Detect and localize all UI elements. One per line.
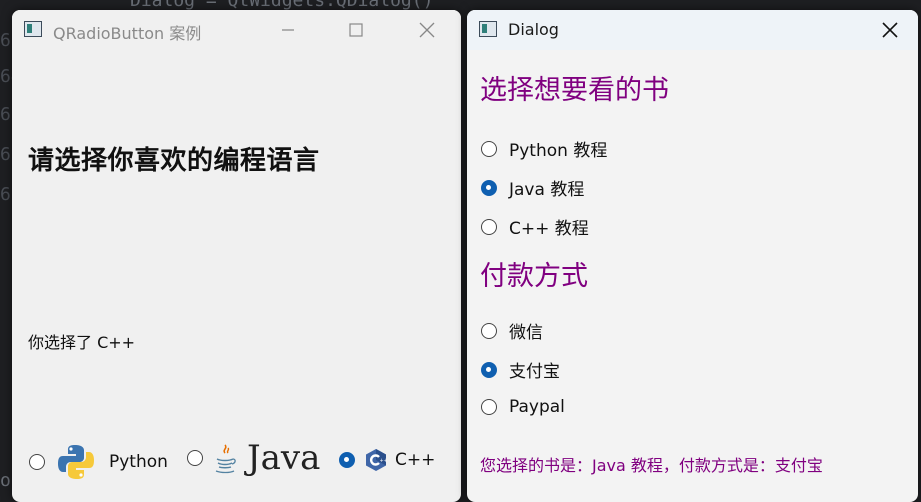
books-section-title: 选择想要看的书 [480, 75, 669, 106]
radio-java[interactable]: Java [187, 438, 320, 478]
radio-label: Python [109, 452, 168, 472]
radio-pay-paypal[interactable]: Paypal [481, 397, 565, 417]
maximize-button[interactable] [341, 16, 371, 44]
title-bar[interactable]: QRadioButton 案例 [12, 10, 461, 50]
radio-book-java[interactable]: Java 教程 [481, 175, 584, 200]
radio-circle[interactable] [339, 452, 355, 468]
radio-book-cpp[interactable]: C++ 教程 [481, 214, 589, 239]
python-logo-icon [58, 445, 94, 479]
radio-circle[interactable] [481, 218, 497, 235]
qradiobutton-window: QRadioButton 案例 请选择你喜欢的编程语言 你选择了 C++ Pyt… [12, 10, 461, 502]
close-button[interactable] [875, 16, 905, 44]
radio-book-python[interactable]: Python 教程 [481, 136, 607, 161]
window-title: Dialog [508, 20, 559, 39]
radio-circle[interactable] [481, 399, 497, 415]
radio-circle[interactable] [481, 179, 497, 196]
radio-circle[interactable] [481, 361, 497, 378]
app-icon [479, 21, 497, 37]
svg-text:++: ++ [380, 458, 388, 464]
window-title: QRadioButton 案例 [53, 24, 202, 43]
maximize-icon [349, 23, 363, 37]
minimize-icon [282, 29, 294, 31]
close-icon [419, 22, 435, 38]
radio-label: C++ [395, 450, 436, 470]
close-button[interactable] [412, 16, 442, 44]
radio-label: 支付宝 [509, 362, 560, 382]
minimize-button[interactable] [273, 16, 303, 44]
dialog-window: Dialog 选择想要看的书 Python 教程 Java 教程 C++ 教程 … [467, 10, 918, 502]
selection-status: 你选择了 C++ [28, 333, 136, 352]
radio-label: Java [247, 438, 321, 478]
radio-circle[interactable] [481, 322, 497, 339]
app-icon [24, 21, 42, 37]
page-heading: 请选择你喜欢的编程语言 [28, 146, 320, 176]
radio-python[interactable]: Python [29, 443, 168, 481]
radio-label: Python 教程 [509, 141, 608, 161]
radio-label: Paypal [509, 397, 565, 417]
title-bar[interactable]: Dialog [467, 10, 918, 50]
radio-label: 微信 [509, 323, 543, 343]
close-icon [882, 22, 898, 38]
radio-cpp[interactable]: ++ C++ [339, 448, 435, 472]
cpp-logo-icon: ++ [366, 449, 388, 471]
payment-section-title: 付款方式 [480, 261, 588, 292]
radio-label: C++ 教程 [509, 219, 589, 239]
radio-circle[interactable] [29, 454, 45, 470]
java-logo-icon [215, 444, 236, 474]
radio-circle[interactable] [481, 140, 497, 157]
selection-summary: 您选择的书是：Java 教程，付款方式是：支付宝 [480, 456, 823, 475]
radio-pay-alipay[interactable]: 支付宝 [481, 357, 560, 382]
radio-circle[interactable] [187, 450, 203, 466]
radio-pay-wechat[interactable]: 微信 [481, 318, 543, 343]
radio-label: Java 教程 [509, 180, 585, 200]
